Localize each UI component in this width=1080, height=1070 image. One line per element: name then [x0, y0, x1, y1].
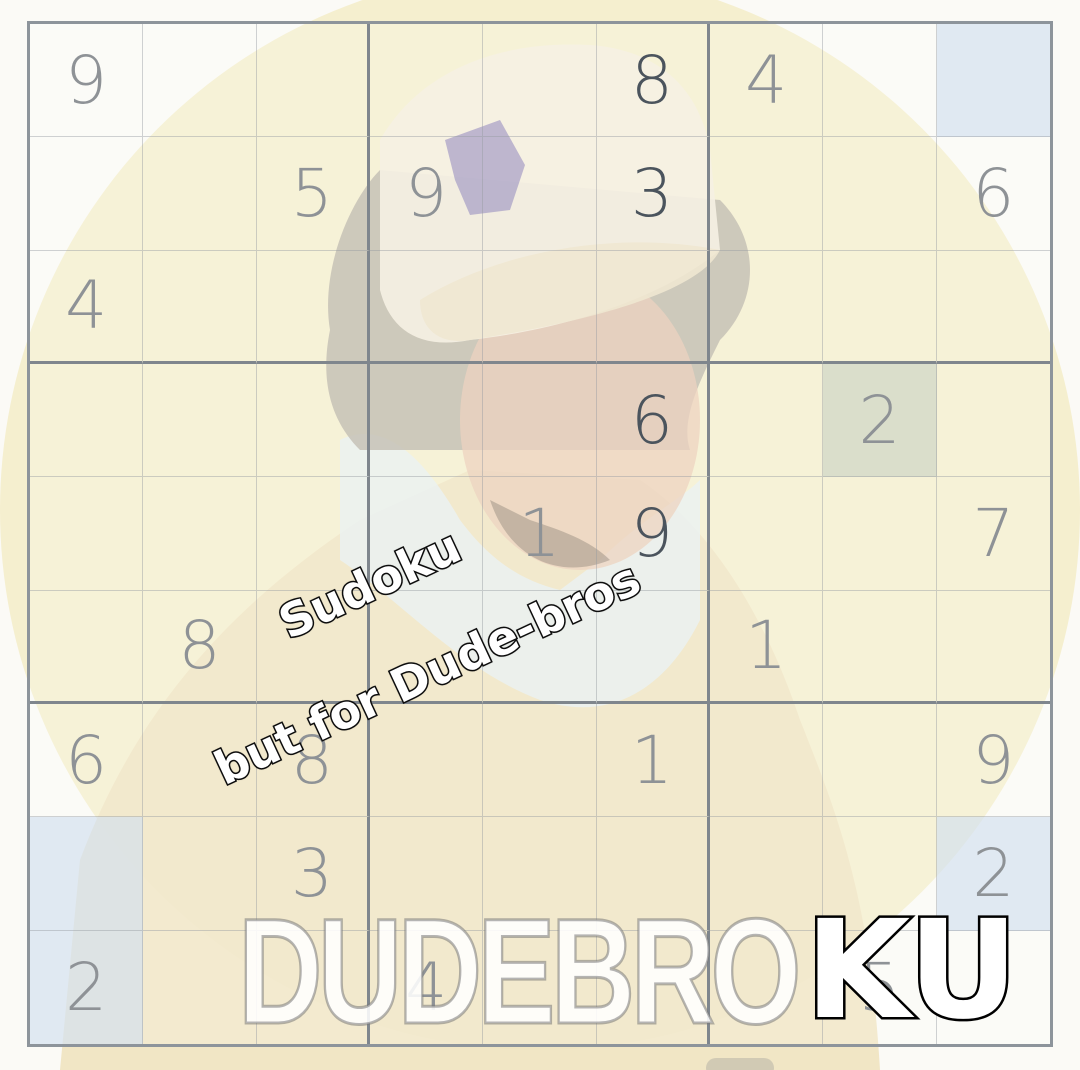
- sudoku-cell-r9-c1[interactable]: 2: [30, 930, 144, 1044]
- sudoku-cell-r4-c6[interactable]: 6: [596, 364, 710, 478]
- sudoku-cell-r1-c7[interactable]: 4: [710, 24, 824, 138]
- sudoku-cell-r8-c7[interactable]: [710, 817, 824, 931]
- sudoku-cell-r8-c5[interactable]: [483, 817, 597, 931]
- sudoku-cell-r7-c3[interactable]: 8: [256, 704, 370, 818]
- sudoku-cell-r5-c6[interactable]: 9: [596, 477, 710, 591]
- sudoku-cell-r5-c8[interactable]: [823, 477, 937, 591]
- sudoku-board: 984593646219781681932245: [27, 21, 1053, 1047]
- sudoku-cell-r7-c6[interactable]: 1: [596, 704, 710, 818]
- meme-canvas: 984593646219781681932245 Sudoku but for …: [0, 0, 1080, 1070]
- sudoku-cell-r4-c9[interactable]: [936, 364, 1050, 478]
- sudoku-cell-r6-c3[interactable]: [256, 590, 370, 704]
- sudoku-cell-r4-c3[interactable]: [256, 364, 370, 478]
- sudoku-cell-r6-c9[interactable]: [936, 590, 1050, 704]
- sudoku-cell-r8-c6[interactable]: [596, 817, 710, 931]
- sudoku-cell-r1-c4[interactable]: [370, 24, 484, 138]
- sudoku-cell-r3-c2[interactable]: [143, 250, 257, 364]
- sudoku-cell-r8-c3[interactable]: 3: [256, 817, 370, 931]
- sudoku-cell-r1-c1[interactable]: 9: [30, 24, 144, 138]
- sudoku-cell-r2-c9[interactable]: 6: [936, 137, 1050, 251]
- sudoku-cell-r9-c9[interactable]: [936, 930, 1050, 1044]
- sudoku-cell-r2-c8[interactable]: [823, 137, 937, 251]
- sudoku-cell-r5-c1[interactable]: [30, 477, 144, 591]
- sudoku-cell-r5-c9[interactable]: 7: [936, 477, 1050, 591]
- sudoku-cell-r1-c8[interactable]: [823, 24, 937, 138]
- sudoku-cell-r6-c1[interactable]: [30, 590, 144, 704]
- sudoku-cell-r3-c8[interactable]: [823, 250, 937, 364]
- sudoku-cell-r1-c2[interactable]: [143, 24, 257, 138]
- sudoku-cell-r5-c4[interactable]: [370, 477, 484, 591]
- sudoku-cell-r9-c3[interactable]: [256, 930, 370, 1044]
- sudoku-cell-r4-c4[interactable]: [370, 364, 484, 478]
- sudoku-cell-r9-c7[interactable]: [710, 930, 824, 1044]
- sudoku-cell-r2-c3[interactable]: 5: [256, 137, 370, 251]
- sudoku-cell-r7-c4[interactable]: [370, 704, 484, 818]
- sudoku-cell-r8-c1[interactable]: [30, 817, 144, 931]
- sudoku-cell-r3-c3[interactable]: [256, 250, 370, 364]
- bottom-handle: [706, 1058, 774, 1070]
- sudoku-cell-r6-c8[interactable]: [823, 590, 937, 704]
- sudoku-cell-r9-c4[interactable]: 4: [370, 930, 484, 1044]
- sudoku-cell-r9-c6[interactable]: [596, 930, 710, 1044]
- sudoku-cell-r7-c1[interactable]: 6: [30, 704, 144, 818]
- sudoku-cell-r8-c4[interactable]: [370, 817, 484, 931]
- sudoku-cell-r9-c5[interactable]: [483, 930, 597, 1044]
- sudoku-cell-r9-c2[interactable]: [143, 930, 257, 1044]
- sudoku-cell-r8-c2[interactable]: [143, 817, 257, 931]
- sudoku-cell-r1-c6[interactable]: 8: [596, 24, 710, 138]
- sudoku-cell-r2-c6[interactable]: 3: [596, 137, 710, 251]
- sudoku-cell-r5-c3[interactable]: [256, 477, 370, 591]
- sudoku-cell-r8-c8[interactable]: [823, 817, 937, 931]
- sudoku-cell-r7-c5[interactable]: [483, 704, 597, 818]
- sudoku-cell-r2-c7[interactable]: [710, 137, 824, 251]
- sudoku-cell-r2-c1[interactable]: [30, 137, 144, 251]
- sudoku-cell-r2-c4[interactable]: 9: [370, 137, 484, 251]
- sudoku-cell-r3-c6[interactable]: [596, 250, 710, 364]
- sudoku-cell-r5-c7[interactable]: [710, 477, 824, 591]
- sudoku-cell-r5-c5[interactable]: 1: [483, 477, 597, 591]
- sudoku-cell-r6-c2[interactable]: 8: [143, 590, 257, 704]
- sudoku-cell-r4-c5[interactable]: [483, 364, 597, 478]
- sudoku-cell-r1-c5[interactable]: [483, 24, 597, 138]
- sudoku-cell-r3-c5[interactable]: [483, 250, 597, 364]
- sudoku-cell-r2-c2[interactable]: [143, 137, 257, 251]
- sudoku-cell-r2-c5[interactable]: [483, 137, 597, 251]
- sudoku-cell-r1-c3[interactable]: [256, 24, 370, 138]
- sudoku-cell-r1-c9[interactable]: [936, 24, 1050, 138]
- sudoku-cell-r4-c2[interactable]: [143, 364, 257, 478]
- sudoku-cell-r3-c7[interactable]: [710, 250, 824, 364]
- sudoku-cell-r9-c8[interactable]: 5: [823, 930, 937, 1044]
- sudoku-cell-r3-c9[interactable]: [936, 250, 1050, 364]
- sudoku-cell-r8-c9[interactable]: 2: [936, 817, 1050, 931]
- sudoku-cell-r7-c9[interactable]: 9: [936, 704, 1050, 818]
- sudoku-cell-r7-c7[interactable]: [710, 704, 824, 818]
- sudoku-cell-r4-c8[interactable]: 2: [823, 364, 937, 478]
- sudoku-cell-r7-c8[interactable]: [823, 704, 937, 818]
- sudoku-cell-r4-c1[interactable]: [30, 364, 144, 478]
- sudoku-cell-r6-c7[interactable]: 1: [710, 590, 824, 704]
- sudoku-cell-r3-c4[interactable]: [370, 250, 484, 364]
- sudoku-cell-r6-c6[interactable]: [596, 590, 710, 704]
- sudoku-cell-r6-c4[interactable]: [370, 590, 484, 704]
- sudoku-cell-r4-c7[interactable]: [710, 364, 824, 478]
- sudoku-cell-r3-c1[interactable]: 4: [30, 250, 144, 364]
- sudoku-cell-r7-c2[interactable]: [143, 704, 257, 818]
- sudoku-cell-r6-c5[interactable]: [483, 590, 597, 704]
- sudoku-cell-r5-c2[interactable]: [143, 477, 257, 591]
